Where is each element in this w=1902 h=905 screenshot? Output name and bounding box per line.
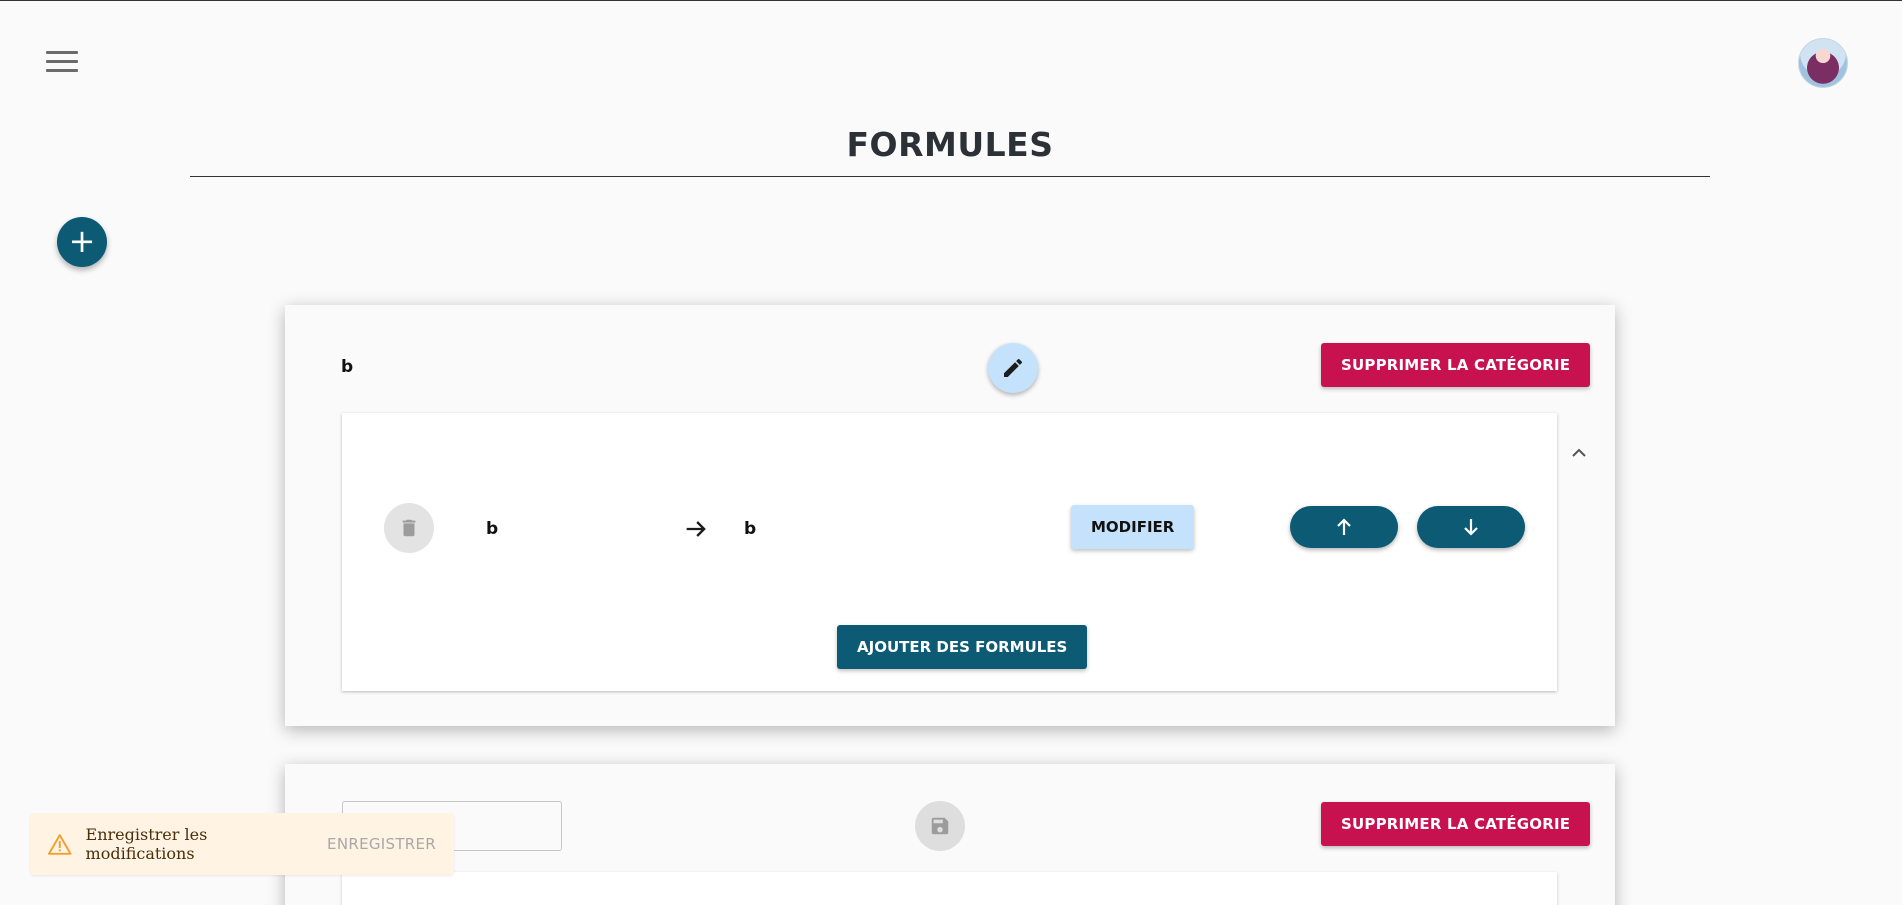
save-icon	[931, 817, 949, 835]
category-name: b	[341, 357, 354, 377]
unsaved-changes-snackbar: Enregistrer les modifications ENREGISTRE…	[30, 813, 454, 875]
move-down-button[interactable]	[1417, 506, 1525, 548]
arrow-down-icon	[1464, 519, 1478, 536]
warning-icon	[48, 834, 72, 855]
category-card: SUPPRIMER LA CATÉGORIE	[285, 764, 1615, 905]
trash-icon	[402, 519, 416, 537]
save-changes-button[interactable]: ENREGISTRER	[327, 835, 436, 853]
category-card: b SUPPRIMER LA CATÉGORIE b b MODIFIER AJ…	[285, 305, 1615, 726]
snackbar-message: Enregistrer les modifications	[85, 825, 208, 863]
formula-panel	[342, 872, 1557, 905]
chevron-up-icon[interactable]	[1567, 441, 1591, 465]
pencil-icon	[1004, 358, 1023, 377]
edit-category-button[interactable]	[988, 343, 1038, 393]
formula-left: b	[486, 519, 499, 539]
menu-icon[interactable]	[40, 45, 84, 81]
title-divider	[190, 176, 1710, 177]
move-up-button[interactable]	[1290, 506, 1398, 548]
add-formulas-button[interactable]: AJOUTER DES FORMULES	[837, 625, 1088, 669]
formula-row: b b MODIFIER	[342, 413, 1557, 613]
add-category-button[interactable]: +	[57, 217, 107, 267]
formula-right: b	[744, 519, 757, 539]
formula-panel: b b MODIFIER AJOUTER DES FORMULES	[342, 413, 1586, 691]
delete-formula-button[interactable]	[384, 503, 434, 553]
avatar[interactable]	[1798, 38, 1848, 88]
arrow-up-icon	[1337, 518, 1351, 535]
page-title: FORMULES	[846, 125, 1054, 164]
save-category-button[interactable]	[915, 801, 965, 851]
delete-category-button[interactable]: SUPPRIMER LA CATÉGORIE	[1321, 343, 1591, 387]
delete-category-button[interactable]: SUPPRIMER LA CATÉGORIE	[1321, 802, 1591, 846]
plus-icon: +	[68, 222, 96, 260]
modify-formula-button[interactable]: MODIFIER	[1071, 505, 1195, 549]
arrow-right-icon	[682, 515, 710, 543]
